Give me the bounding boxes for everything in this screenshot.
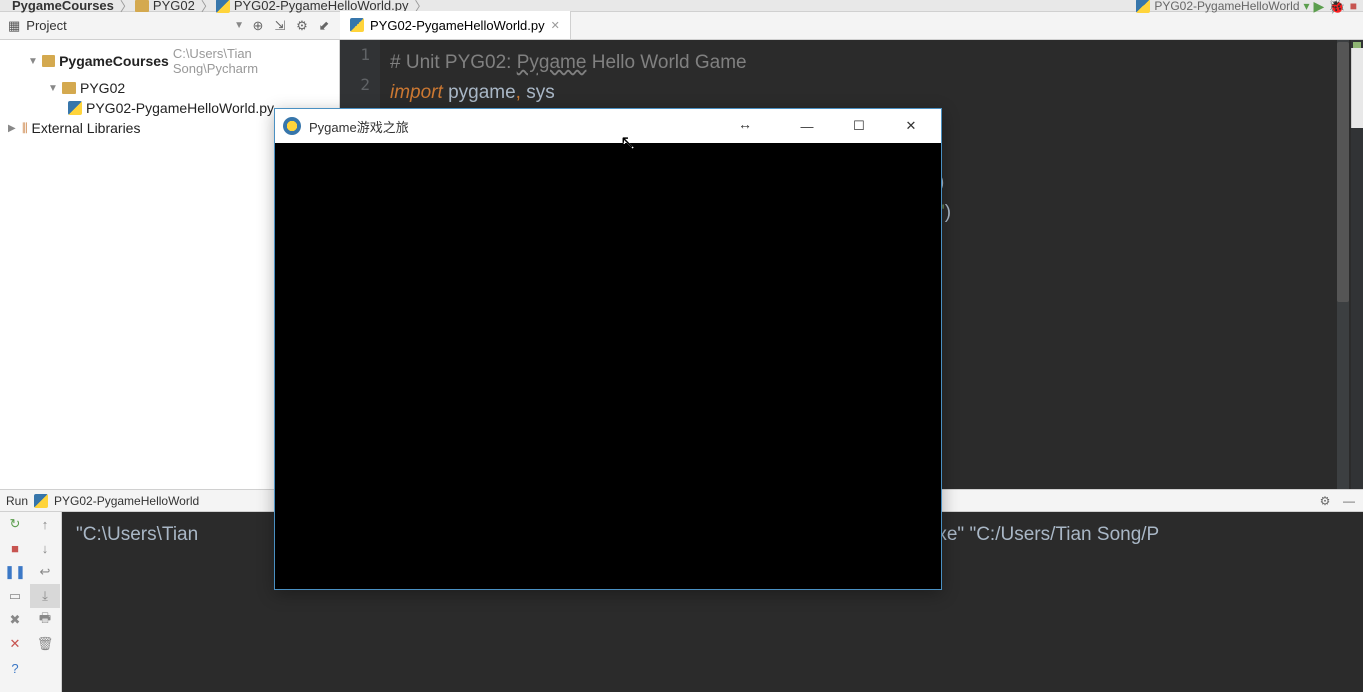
- code-line-1[interactable]: # Unit PYG02: Pygame Hello World Game: [390, 48, 951, 78]
- hide-icon[interactable]: —: [1341, 493, 1357, 509]
- pygame-titlebar[interactable]: Pygame游戏之旅 — ☐ ✕: [275, 109, 941, 143]
- tree-folder[interactable]: ▼ PYG02: [0, 78, 339, 98]
- project-panel-header: ▦ Project ▼ ⊕ ⇲ ⚙ ⬋: [0, 18, 340, 34]
- close-button[interactable]: ✕: [889, 111, 933, 141]
- pause-button[interactable]: ❚❚: [0, 560, 30, 584]
- pygame-window-title: Pygame游戏之旅: [309, 117, 777, 136]
- tab-filename: PYG02-PygameHelloWorld.py: [370, 18, 545, 33]
- pygame-window[interactable]: Pygame游戏之旅 — ☐ ✕: [274, 108, 942, 590]
- chevron-right-icon[interactable]: ▶: [8, 123, 18, 134]
- run-panel-config: PYG02-PygameHelloWorld: [54, 494, 199, 508]
- close-button[interactable]: ✕: [0, 632, 30, 656]
- stop-button[interactable]: ■: [0, 536, 30, 560]
- breadcrumb-folder[interactable]: PYG02: [149, 0, 199, 13]
- folder-icon: [135, 0, 149, 12]
- folder-icon: [62, 82, 76, 94]
- python-file-icon: [350, 18, 364, 32]
- toolbar-row: ▦ Project ▼ ⊕ ⇲ ⚙ ⬋ PYG02-PygameHelloWor…: [0, 12, 1363, 40]
- print-button[interactable]: 🖶: [30, 608, 60, 632]
- line-number: 1: [340, 40, 380, 70]
- exit-button[interactable]: ✖: [0, 608, 30, 632]
- python-file-icon: [1136, 0, 1150, 13]
- python-file-icon: [68, 101, 82, 115]
- rerun-button[interactable]: ↻: [0, 512, 30, 536]
- editor-tab[interactable]: PYG02-PygameHelloWorld.py ✕: [340, 11, 571, 39]
- folder-icon: [42, 55, 55, 67]
- chevron-down-icon[interactable]: ▼: [48, 83, 58, 94]
- scroll-to-end-button[interactable]: ⤓: [30, 584, 60, 608]
- tree-root-label: PygameCourses: [59, 53, 169, 69]
- scroll-from-source-icon[interactable]: ⊕: [250, 18, 266, 34]
- run-gutter: ↻ ↑ ■ ↓ ❚❚ ↩ ▭ ⤓ ✖ 🖶 ✕ 🗑: [0, 512, 62, 692]
- chevron-down-icon[interactable]: ▼: [28, 56, 38, 67]
- project-icon: ▦: [8, 18, 20, 34]
- library-icon: ⫼: [22, 121, 28, 136]
- pygame-app-icon: [283, 117, 301, 135]
- tree-folder-label: PYG02: [80, 80, 125, 96]
- help-button[interactable]: ?: [0, 656, 30, 680]
- chevron-down-icon[interactable]: ▾: [1304, 0, 1310, 13]
- breadcrumb: PygameCourses 〉 PYG02 〉 PYG02-PygameHell…: [0, 0, 1363, 12]
- tree-file-label: PYG02-PygameHelloWorld.py: [86, 100, 274, 116]
- minimize-button[interactable]: —: [785, 111, 829, 141]
- python-file-icon: [34, 494, 48, 508]
- tree-external-label: External Libraries: [32, 120, 141, 136]
- line-number: 2: [340, 70, 380, 100]
- close-icon[interactable]: ✕: [551, 19, 560, 32]
- scroll-thumb[interactable]: [1337, 42, 1349, 302]
- side-tab[interactable]: [1351, 48, 1363, 128]
- project-panel-label[interactable]: Project: [26, 18, 228, 33]
- breadcrumb-sep-icon: 〉: [199, 0, 216, 15]
- run-config-area: PYG02-PygameHelloWorld ▾ ▶ 🐞 ■: [1136, 0, 1357, 12]
- python-file-icon: [216, 0, 230, 13]
- tree-root[interactable]: ▼ PygameCourses C:\Users\Tian Song\Pycha…: [0, 44, 339, 78]
- layout-button[interactable]: ▭: [0, 584, 30, 608]
- down-button[interactable]: ↓: [30, 536, 60, 560]
- debug-icon[interactable]: 🐞: [1328, 0, 1345, 15]
- chevron-down-icon[interactable]: ▼: [234, 20, 244, 31]
- run-config-name[interactable]: PYG02-PygameHelloWorld: [1154, 0, 1299, 13]
- breadcrumb-sep-icon: 〉: [118, 0, 135, 15]
- soft-wrap-button[interactable]: ↩: [30, 560, 60, 584]
- gear-icon[interactable]: ⚙: [1317, 493, 1333, 509]
- gear-icon[interactable]: ⚙: [294, 18, 310, 34]
- up-button[interactable]: ↑: [30, 512, 60, 536]
- editor-scrollbar[interactable]: [1337, 40, 1349, 489]
- tree-root-path: C:\Users\Tian Song\Pycharm: [173, 46, 331, 76]
- breadcrumb-root[interactable]: PygameCourses: [8, 0, 118, 13]
- trash-button[interactable]: 🗑: [30, 632, 60, 656]
- maximize-button[interactable]: ☐: [837, 111, 881, 141]
- run-icon[interactable]: ▶: [1314, 0, 1325, 15]
- collapse-all-icon[interactable]: ⇲: [272, 18, 288, 34]
- stop-icon[interactable]: ■: [1350, 0, 1357, 13]
- code-line-2[interactable]: import pygame, sys: [390, 78, 951, 108]
- pygame-canvas[interactable]: [275, 143, 941, 589]
- editor-tabs: PYG02-PygameHelloWorld.py ✕: [340, 12, 571, 40]
- hide-icon[interactable]: ⬋: [316, 18, 332, 34]
- run-panel-label[interactable]: Run: [6, 494, 28, 508]
